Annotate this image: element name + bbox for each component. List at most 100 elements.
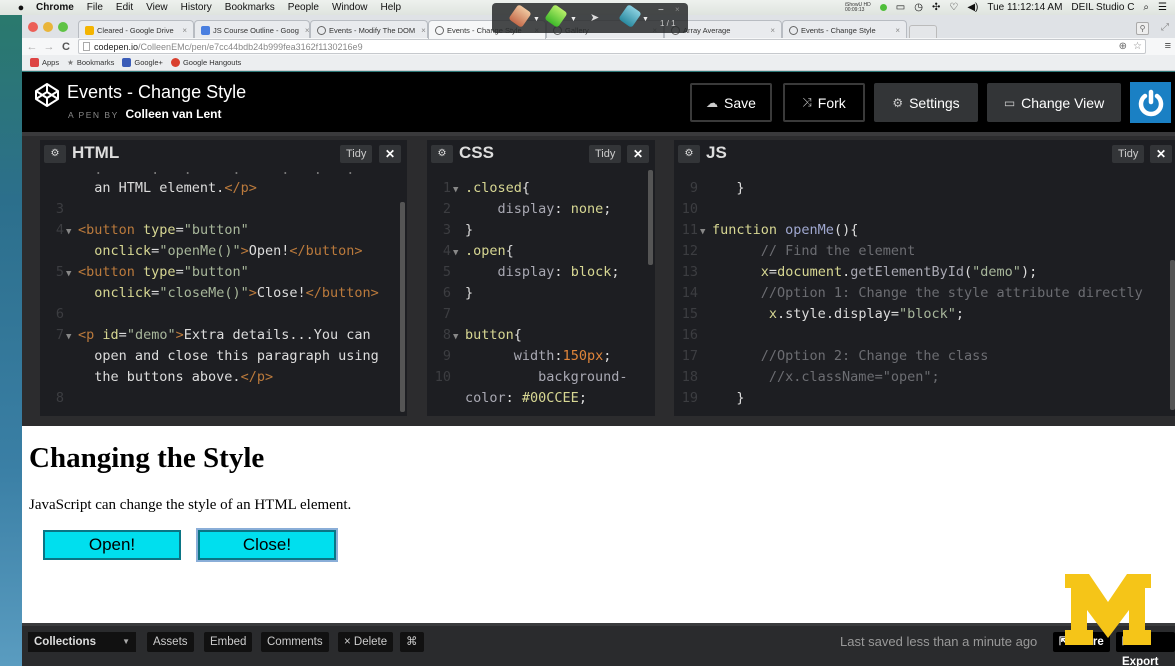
- zoom-window-button[interactable]: [58, 22, 68, 32]
- marker-tool-icon[interactable]: [618, 4, 642, 28]
- highlighter-tool-icon[interactable]: [544, 4, 568, 28]
- close-tab-icon[interactable]: ×: [299, 26, 309, 35]
- apple-icon[interactable]: ●: [14, 2, 28, 14]
- bookmark-apps[interactable]: Apps: [30, 58, 59, 67]
- fork-button[interactable]: ⤨ Fork: [783, 83, 865, 122]
- pointer-tool-icon[interactable]: ➤: [590, 11, 599, 24]
- pen-title[interactable]: Events - Change Style: [67, 82, 246, 103]
- chevron-down-icon[interactable]: ▼: [642, 16, 649, 23]
- menu-bookmarks[interactable]: Bookmarks: [225, 2, 275, 13]
- js-settings-gear-icon[interactable]: ⚙: [678, 145, 700, 163]
- css-close-icon[interactable]: ✕: [627, 145, 649, 163]
- assets-button[interactable]: Assets: [147, 632, 194, 652]
- back-icon[interactable]: ←: [25, 41, 39, 53]
- settings-button[interactable]: ⚙ Settings: [874, 83, 978, 122]
- js-close-icon[interactable]: ✕: [1150, 145, 1172, 163]
- html-code-editor[interactable]: . . . . . . . an HTML element.</p> 3 4 ▼ <…: [40, 168, 407, 416]
- minimize-toolbar-icon[interactable]: −: [658, 5, 664, 16]
- user-menu-button[interactable]: [1130, 82, 1171, 123]
- browser-tab[interactable]: JS Course Outline - Goog ×: [194, 20, 310, 39]
- close-toolbar-icon[interactable]: ×: [675, 5, 680, 14]
- collections-dropdown[interactable]: Collections ▼: [28, 632, 136, 652]
- close-tab-icon[interactable]: ×: [889, 26, 900, 35]
- html-close-icon[interactable]: ✕: [379, 145, 401, 163]
- css-code-editor[interactable]: 1 ▼ .closed{2 display: none; 3} 4 ▼ .open{5 di…: [427, 168, 655, 416]
- html-tidy-button[interactable]: Tidy: [340, 145, 373, 163]
- volume-icon[interactable]: ◀): [967, 2, 978, 13]
- time-machine-icon[interactable]: ◷: [914, 2, 923, 13]
- spotlight-icon[interactable]: ⌕: [1143, 2, 1149, 13]
- chevron-down-icon[interactable]: ▼: [570, 16, 577, 23]
- notification-center-icon[interactable]: ☰: [1158, 2, 1167, 13]
- keyboard-shortcuts-button[interactable]: ⌘: [400, 632, 424, 652]
- fold-arrow-icon[interactable]: ▼: [66, 327, 78, 348]
- fold-arrow-icon[interactable]: ▼: [66, 264, 78, 285]
- new-tab-button[interactable]: [909, 25, 937, 39]
- line-number: 2: [442, 201, 451, 217]
- fold-arrow-icon[interactable]: ▼: [453, 180, 465, 201]
- close-window-button[interactable]: [28, 22, 38, 32]
- browser-tab[interactable]: Events - Modify The DOM ×: [310, 20, 428, 39]
- reload-icon[interactable]: C: [59, 41, 73, 53]
- google-drive-icon: [85, 25, 94, 35]
- open-button[interactable]: Open!: [43, 530, 181, 560]
- address-bar[interactable]: codepen.io /ColleenEMc/pen/e7cc44bdb24b9…: [78, 39, 1146, 54]
- bookmark-google-hangouts[interactable]: Google Hangouts: [170, 58, 241, 67]
- fold-arrow-icon[interactable]: ▼: [700, 222, 712, 243]
- forward-icon[interactable]: →: [42, 41, 56, 53]
- delete-button[interactable]: × Delete: [338, 632, 394, 652]
- comments-button[interactable]: Comments: [261, 632, 329, 652]
- screen: ● Chrome File Edit View History Bookmark…: [0, 0, 1175, 666]
- minimize-window-button[interactable]: [43, 22, 53, 32]
- browser-tab[interactable]: Events - Change Style ×: [782, 20, 907, 39]
- profile-icon[interactable]: ⚲: [1136, 22, 1149, 35]
- close-button[interactable]: Close!: [198, 530, 336, 560]
- zoom-icon[interactable]: ⊕: [1119, 41, 1127, 52]
- css-settings-gear-icon[interactable]: ⚙: [431, 145, 453, 163]
- menu-people[interactable]: People: [288, 2, 319, 13]
- close-tab-icon[interactable]: ×: [176, 26, 187, 35]
- google-docs-icon: [201, 25, 210, 35]
- bookmark-bookmarks[interactable]: ★ Bookmarks: [67, 58, 114, 67]
- airplay-icon[interactable]: ▭: [896, 2, 905, 13]
- css-scrollbar[interactable]: [648, 170, 653, 265]
- bookmark-google-plus[interactable]: Google+: [122, 58, 163, 67]
- code-line: 9 width:150px;: [427, 346, 611, 367]
- code-line: onclick="closeMe()">Close!</button>: [94, 285, 379, 301]
- chrome-menu-icon[interactable]: ≡: [1165, 40, 1171, 52]
- codepen-logo-icon[interactable]: [34, 82, 60, 108]
- author-link[interactable]: Colleen van Lent: [125, 107, 221, 121]
- user-name[interactable]: DEIL Studio C: [1071, 2, 1134, 13]
- menu-app[interactable]: Chrome: [36, 2, 74, 13]
- eraser-tool-icon[interactable]: [508, 4, 532, 28]
- browser-tab[interactable]: Cleared - Google Drive ×: [78, 20, 194, 39]
- menu-window[interactable]: Window: [332, 2, 368, 13]
- menu-help[interactable]: Help: [381, 2, 402, 13]
- html-settings-gear-icon[interactable]: ⚙: [44, 145, 66, 163]
- save-button[interactable]: ☁ Save: [690, 83, 772, 122]
- menu-file[interactable]: File: [87, 2, 103, 13]
- recording-indicator[interactable]: iShowU HD 00:09:13: [845, 2, 871, 13]
- fold-arrow-icon[interactable]: ▼: [453, 243, 465, 264]
- fold-arrow-icon[interactable]: ▼: [453, 327, 465, 348]
- js-code-editor[interactable]: 9 } 10 11 ▼ function openMe(){ 12 // Find …: [674, 168, 1175, 416]
- fold-arrow-icon[interactable]: ▼: [66, 222, 78, 243]
- menu-view[interactable]: View: [146, 2, 168, 13]
- html-scrollbar[interactable]: [400, 202, 405, 412]
- close-tab-icon[interactable]: ×: [415, 26, 426, 35]
- bookmark-star-icon[interactable]: ☆: [1133, 41, 1142, 52]
- code-line: the buttons above.</p>: [40, 367, 273, 388]
- css-tidy-button[interactable]: Tidy: [589, 145, 622, 163]
- fullscreen-icon[interactable]: ⤢: [1161, 22, 1169, 33]
- wifi-icon[interactable]: ♡: [949, 2, 958, 13]
- menu-history[interactable]: History: [181, 2, 212, 13]
- js-tidy-button[interactable]: Tidy: [1112, 145, 1145, 163]
- menu-edit[interactable]: Edit: [116, 2, 133, 13]
- js-scrollbar[interactable]: [1170, 260, 1175, 410]
- embed-button[interactable]: Embed: [204, 632, 253, 652]
- clock[interactable]: Tue 11:12:14 AM: [987, 2, 1062, 13]
- chevron-down-icon[interactable]: ▼: [533, 16, 540, 23]
- close-tab-icon[interactable]: ×: [764, 26, 775, 35]
- change-view-button[interactable]: ▭ Change View: [987, 83, 1121, 122]
- bluetooth-icon[interactable]: ✣: [932, 2, 940, 13]
